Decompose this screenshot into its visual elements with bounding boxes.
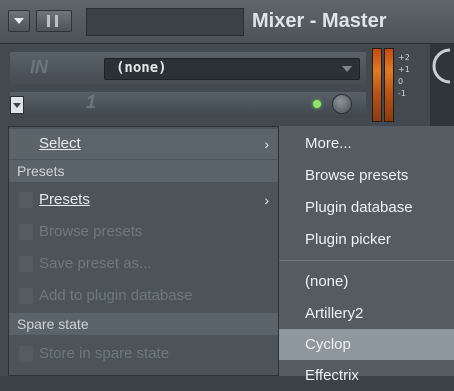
submenu-item-label: (none) (305, 273, 349, 290)
menu-icon-placeholder (19, 136, 33, 152)
menu-header-presets: Presets (9, 160, 283, 182)
menu-item-label: Add to plugin database (39, 287, 193, 304)
submenu-item-label: Plugin database (305, 199, 413, 216)
menu-item-browse-presets[interactable]: Browse presets (9, 217, 283, 247)
menu-separator (279, 260, 454, 261)
submenu-arrow-icon: › (264, 192, 269, 208)
dropdown-arrow-icon[interactable] (342, 66, 352, 72)
submenu-arrow-icon: › (264, 136, 269, 152)
window-pin-button[interactable] (36, 10, 72, 32)
save-icon (19, 256, 33, 272)
slot-menu-button[interactable] (10, 96, 24, 114)
submenu-item-artillery2[interactable]: Artillery2 (279, 298, 454, 329)
submenu-item-more[interactable]: More... (279, 128, 454, 159)
submenu-item-plugin-picker[interactable]: Plugin picker (279, 224, 454, 255)
submenu-item-label: More... (305, 135, 352, 152)
knob-arc-icon (432, 48, 451, 84)
chevron-down-icon (13, 103, 21, 108)
input-label: IN (30, 57, 48, 77)
slot-enable-led[interactable] (313, 100, 321, 108)
level-meter-left (372, 48, 382, 122)
menu-item-label: Presets (39, 191, 90, 208)
preset-value: (none) (116, 60, 167, 76)
title-drag-area[interactable] (86, 8, 244, 36)
submenu-item-plugin-database[interactable]: Plugin database (279, 192, 454, 223)
meter-scale-label: +2 (398, 53, 410, 62)
menu-header-label: Spare state (17, 316, 89, 332)
context-menu: Select › Presets Presets › Browse preset… (8, 126, 283, 376)
submenu-item-cyclop[interactable]: Cyclop (279, 329, 454, 360)
menu-item-store-in-spare-state[interactable]: Store in spare state (9, 339, 283, 369)
meter-scale: +2 +1 0 -1 (398, 52, 410, 100)
meter-scale-label: 0 (398, 77, 404, 86)
menu-header-spare-state: Spare state (9, 313, 283, 335)
submenu-item-label: Cyclop (305, 336, 351, 353)
submenu-item-none[interactable]: (none) (279, 266, 454, 297)
mix-knob[interactable] (332, 94, 352, 114)
menu-icon-placeholder (19, 192, 33, 208)
menu-header-label: Presets (17, 163, 65, 179)
pin-icon (47, 15, 58, 27)
menu-item-label: Browse presets (39, 223, 143, 240)
menu-item-presets[interactable]: Presets › (9, 185, 283, 215)
slot-number: 1 (86, 92, 97, 112)
chevron-down-icon (14, 18, 24, 24)
window-menu-button[interactable] (8, 10, 30, 32)
menu-item-label: Select (39, 135, 81, 152)
select-submenu: More... Browse presets Plugin database P… (278, 126, 454, 384)
meter-scale-label: -1 (398, 89, 406, 98)
menu-icon-placeholder (19, 288, 33, 304)
submenu-item-label: Artillery2 (305, 305, 364, 322)
meter-scale-label: +1 (398, 65, 410, 74)
submenu-item-label: Browse presets (305, 167, 409, 184)
menu-item-select[interactable]: Select › (9, 129, 283, 159)
level-meter-right (384, 48, 394, 122)
menu-icon-placeholder (19, 346, 33, 362)
submenu-item-label: Plugin picker (305, 231, 391, 248)
meter-knob-area (430, 44, 454, 134)
menu-item-label: Store in spare state (39, 345, 170, 362)
window-title: Mixer - Master (252, 10, 387, 32)
submenu-item-browse-presets[interactable]: Browse presets (279, 160, 454, 191)
menu-item-add-to-plugin-database[interactable]: Add to plugin database (9, 281, 283, 311)
menu-item-save-preset-as[interactable]: Save preset as... (9, 249, 283, 279)
menu-icon-placeholder (19, 224, 33, 240)
menu-item-label: Save preset as... (39, 255, 152, 272)
